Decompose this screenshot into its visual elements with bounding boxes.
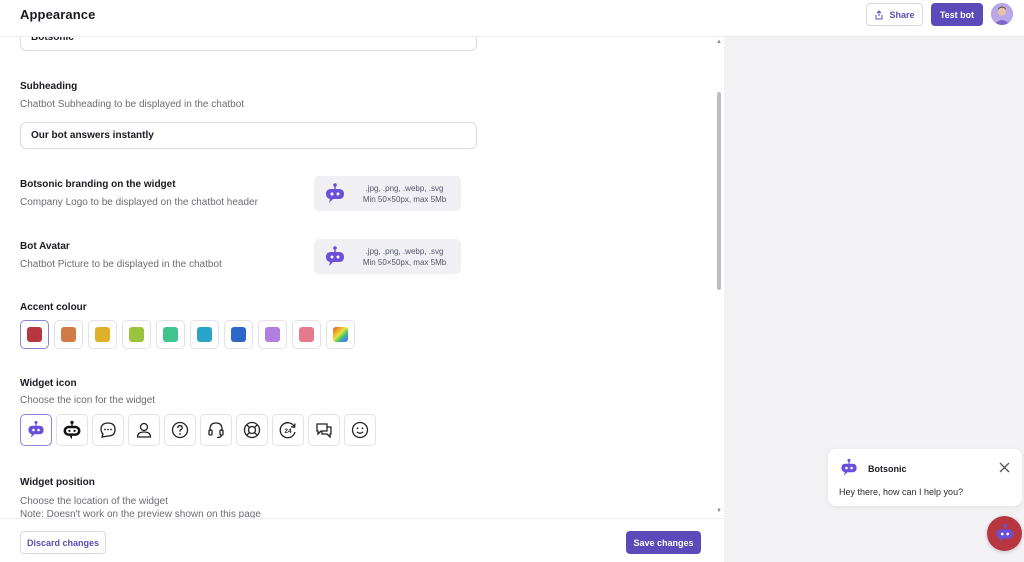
bot-face-icon [996, 523, 1013, 542]
headset-icon [208, 422, 224, 439]
widget-icon-option-chat-bubble[interactable] [92, 414, 124, 446]
top-header: Appearance Share Test bot [0, 0, 1024, 37]
widget-icon-option-smiley[interactable] [344, 414, 376, 446]
accent-swatch-color [299, 327, 314, 342]
bot-avatar-upload-formats: .jpg, .png, .webp, .svg [365, 246, 444, 256]
accent-swatch-9ac43e[interactable] [122, 320, 151, 349]
branding-label: Botsonic branding on the widget [20, 179, 176, 190]
accent-swatch-color [163, 327, 178, 342]
question-circle-icon [171, 421, 189, 439]
chat-launcher-button[interactable] [987, 516, 1022, 551]
accent-swatch-b07fe0[interactable] [258, 320, 287, 349]
user-avatar[interactable] [991, 3, 1013, 25]
accent-swatch-e0b02a[interactable] [88, 320, 117, 349]
discard-changes-button[interactable]: Discard changes [20, 531, 106, 554]
widget-position-description: Choose the location of the widget [20, 496, 168, 507]
share-icon [875, 9, 883, 19]
share-button[interactable]: Share [866, 3, 923, 26]
settings-form: Botsonic Subheading Chatbot Subheading t… [0, 37, 724, 518]
bot-avatar-label: Bot Avatar [20, 241, 70, 252]
lifebuoy-icon [243, 421, 261, 439]
branding-upload[interactable]: .jpg, .png, .webp, .svg Min 50×50px, max… [314, 176, 461, 211]
scroll-down-arrow[interactable]: ▼ [716, 508, 722, 514]
accent-swatch-rainbow[interactable] [326, 320, 355, 349]
smiley-icon [351, 421, 369, 439]
branding-upload-size: Min 50×50px, max 5Mb [362, 194, 447, 204]
accent-swatch-color [61, 327, 76, 342]
bot-avatar-upload-size: Min 50×50px, max 5Mb [362, 257, 447, 267]
accent-swatch-e57a8e[interactable] [292, 320, 321, 349]
close-icon[interactable] [999, 462, 1010, 473]
person-icon [136, 422, 152, 438]
branding-upload-hint: .jpg, .png, .webp, .svg Min 50×50px, max… [348, 183, 461, 205]
widget-icon-option-question[interactable] [164, 414, 196, 446]
user-avatar-icon [991, 3, 1013, 25]
widget-icon-option-robot-head[interactable] [56, 414, 88, 446]
widget-icon-label: Widget icon [20, 378, 77, 389]
widget-position-label: Widget position [20, 477, 95, 488]
accent-swatch-color [333, 327, 348, 342]
form-footer: Discard changes Save changes [0, 518, 724, 562]
subheading-input[interactable]: Our bot answers instantly [20, 122, 477, 149]
scroll-up-arrow[interactable]: ▲ [716, 39, 722, 45]
page-title: Appearance [20, 7, 96, 22]
svg-text:24: 24 [284, 428, 292, 435]
accent-swatch-color [95, 327, 110, 342]
form-scrollbar[interactable]: ▲ ▼ [714, 37, 724, 518]
scroll-thumb[interactable] [717, 92, 721, 290]
save-changes-button[interactable]: Save changes [626, 531, 701, 554]
chat-greeting: Hey there, how can I help you? [839, 487, 964, 497]
chat-bot-name: Botsonic [868, 464, 907, 474]
subheading-label: Subheading [20, 81, 78, 92]
widget-position-note: Note: Doesn't work on the preview shown … [20, 509, 261, 518]
test-bot-button[interactable]: Test bot [931, 3, 983, 26]
accent-swatch-2f66c9[interactable] [224, 320, 253, 349]
share-label: Share [889, 9, 915, 20]
bot-avatar-description: Chatbot Picture to be displayed in the c… [20, 259, 222, 270]
widget-icon-option-lifebuoy[interactable] [236, 414, 268, 446]
widget-icon-option-support-24[interactable]: 24 [272, 414, 304, 446]
bot-face-icon [28, 420, 44, 438]
widget-icon-description: Choose the icon for the widget [20, 395, 156, 406]
accent-swatch-3fc48e[interactable] [156, 320, 185, 349]
accent-colour-label: Accent colour [20, 302, 87, 313]
accent-swatch-b8363f[interactable] [20, 320, 49, 349]
accent-swatch-color [27, 327, 42, 342]
accent-swatch-color [197, 327, 212, 342]
bot-avatar-icon [326, 245, 344, 266]
bot-logo-icon [841, 458, 857, 476]
subheading-description: Chatbot Subheading to be displayed in th… [20, 99, 245, 110]
accent-swatch-2aa3c9[interactable] [190, 320, 219, 349]
bot-avatar-upload[interactable]: .jpg, .png, .webp, .svg Min 50×50px, max… [314, 239, 461, 274]
bot-avatar-upload-hint: .jpg, .png, .webp, .svg Min 50×50px, max… [348, 246, 461, 268]
accent-swatch-d07a45[interactable] [54, 320, 83, 349]
title-input[interactable]: Botsonic [20, 37, 477, 51]
widget-icon-option-person[interactable] [128, 414, 160, 446]
chat-bubble-dots-icon [100, 422, 116, 438]
branding-description: Company Logo to be displayed on the chat… [20, 197, 258, 208]
robot-head-icon [63, 420, 81, 440]
chat-bubbles-icon [316, 423, 332, 439]
widget-icon-option-headset[interactable] [200, 414, 232, 446]
accent-swatch-color [231, 327, 246, 342]
accent-swatch-color [265, 327, 280, 342]
widget-icon-option-bot-face[interactable] [20, 414, 52, 446]
accent-swatch-color [129, 327, 144, 342]
branding-upload-formats: .jpg, .png, .webp, .svg [365, 183, 444, 193]
chat-preview-card: Botsonic Hey there, how can I help you? [828, 449, 1022, 506]
support-24-icon: 24 [279, 422, 296, 439]
widget-icon-option-chat-bubbles[interactable] [308, 414, 340, 446]
bot-logo-icon [326, 182, 344, 203]
